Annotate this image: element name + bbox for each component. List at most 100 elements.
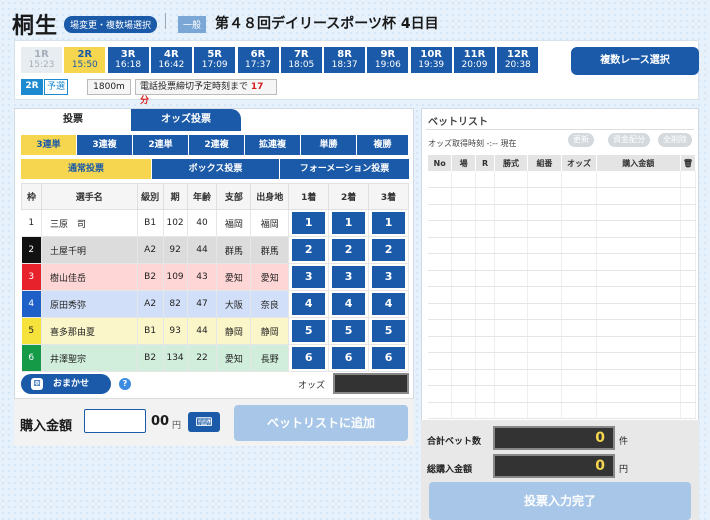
racer-name: 三原 司: [41, 209, 138, 237]
betlist-cell: [596, 220, 681, 238]
column-header: 支部: [216, 183, 252, 210]
bet-type-tab-5[interactable]: 拡連複: [245, 135, 300, 155]
vote-mode-tab-3[interactable]: フォーメーション投票: [279, 159, 409, 179]
pick-button-3-4[interactable]: 4: [372, 293, 405, 315]
column-header: 年齢: [186, 183, 218, 210]
multi-race-select-button[interactable]: 複数レース選択: [571, 47, 699, 75]
racer-row: 5 喜多那由夏 B1 93 44 静岡 静岡 5 5 5: [21, 317, 409, 345]
pick-button-3-3[interactable]: 3: [372, 266, 405, 288]
tab-odds-vote[interactable]: オッズ投票: [131, 109, 241, 131]
race-tab-11[interactable]: 11R 20:09: [454, 47, 496, 73]
betlist-cell: [596, 286, 681, 304]
race-tab-2[interactable]: 2R 15:50: [64, 47, 107, 73]
racer-term: 102: [163, 209, 188, 237]
betlist-cell: [475, 385, 496, 403]
delete-all-button[interactable]: 全削除: [658, 133, 692, 147]
betlist-cell: [561, 402, 597, 419]
column-header: 枠: [21, 183, 42, 210]
race-tab-number: 6R: [250, 49, 266, 60]
bet-type-tab-3[interactable]: 2連単: [133, 135, 188, 155]
race-tab-12[interactable]: 12R 20:38: [497, 47, 540, 73]
race-tab-8[interactable]: 8R 18:37: [324, 47, 367, 73]
betlist-row: [428, 369, 697, 386]
betlist-cell: [428, 319, 453, 337]
header: 桐生 場変更・複数場選択 一般 第４８回デイリースポーツ杯 4日目: [0, 0, 710, 40]
pick-button-1-2[interactable]: 2: [292, 239, 326, 261]
race-tab-1[interactable]: 1R 15:23: [21, 47, 63, 73]
trash-icon[interactable]: 🗑: [680, 155, 697, 171]
frame-number: 3: [21, 263, 42, 291]
total-amount-label: 総購入金額: [427, 465, 473, 475]
race-type-badge: 予選: [44, 79, 68, 95]
pick-button-1-3[interactable]: 3: [292, 266, 326, 288]
pick-button-1-5[interactable]: 5: [292, 320, 326, 342]
betlist-cell: [680, 286, 697, 304]
grade-badge: 一般: [178, 16, 207, 33]
change-venue-button[interactable]: 場変更・複数場選択: [64, 16, 158, 33]
bet-type-tab-6[interactable]: 単勝: [301, 135, 356, 155]
purchase-amount-input[interactable]: [84, 409, 146, 433]
betlist-cell: [451, 286, 476, 304]
betlist-cell: [561, 220, 597, 238]
betlist-cell: [428, 270, 453, 287]
help-icon[interactable]: ?: [119, 378, 131, 390]
betlist-cell: [596, 402, 681, 419]
bet-type-tab-1[interactable]: 3連単: [21, 135, 76, 155]
pick-button-1-1[interactable]: 1: [292, 212, 326, 234]
race-tab-7[interactable]: 7R 18:05: [280, 47, 323, 73]
race-tab-10[interactable]: 10R 19:39: [410, 47, 453, 73]
pick-button-2-3[interactable]: 3: [332, 266, 366, 288]
vote-complete-button[interactable]: 投票入力完了: [429, 482, 691, 520]
keyboard-icon[interactable]: ⌨: [188, 412, 220, 432]
vote-mode-tab-1[interactable]: 通常投票: [21, 159, 151, 179]
racer-name: 土屋千明: [41, 236, 138, 264]
betlist-cell: [475, 402, 496, 419]
update-button[interactable]: 更新: [568, 133, 594, 147]
vote-mode-tab-2[interactable]: ボックス投票: [151, 159, 279, 179]
race-tab-6[interactable]: 6R 17:37: [237, 47, 280, 73]
race-tab-4[interactable]: 4R 16:42: [150, 47, 193, 73]
pick-button-3-6[interactable]: 6: [372, 347, 405, 369]
racer-row: 2 土屋千明 A2 92 44 群馬 群馬 2 2 2: [21, 236, 409, 264]
bet-type-tab-4[interactable]: 2連複: [189, 135, 244, 155]
betlist-cell: [561, 204, 597, 221]
race-tab-time: 19:06: [374, 60, 401, 70]
racer-hometown: 静岡: [250, 317, 290, 345]
betlist-cell: [680, 253, 697, 271]
pick-button-3-1[interactable]: 1: [372, 212, 405, 234]
race-tab-3[interactable]: 3R 16:18: [107, 47, 150, 73]
betlist-cell: [494, 171, 528, 188]
race-tab-9[interactable]: 9R 19:06: [367, 47, 410, 73]
race-tab-5[interactable]: 5R 17:09: [194, 47, 237, 73]
pick-button-3-5[interactable]: 5: [372, 320, 405, 342]
fund-allocation-button[interactable]: 資金配分: [608, 133, 650, 147]
pick-button-2-6[interactable]: 6: [332, 347, 366, 369]
pick-button-3-2[interactable]: 2: [372, 239, 405, 261]
vote-panel: 投票 オッズ投票 3連単 3連複 2連単 2連複 拡連複 単勝 複勝 通常投票 ボックス投票フ…: [14, 108, 414, 446]
race-tab-number: 1R: [34, 49, 49, 60]
betlist-cell: [475, 352, 496, 370]
pick-button-1-4[interactable]: 4: [292, 293, 326, 315]
betlist-cell: [596, 369, 681, 386]
pick-button-2-2[interactable]: 2: [332, 239, 366, 261]
race-tab-time: 20:09: [461, 60, 488, 70]
bet-type-tab-7[interactable]: 複勝: [357, 135, 408, 155]
total-amount-value: 0: [493, 454, 615, 478]
add-to-betlist-button[interactable]: ベットリストに追加: [234, 405, 408, 441]
omakase-button[interactable]: ⚄ おまかせ: [21, 374, 111, 394]
frame-number: 6: [21, 344, 42, 372]
betlist-cell: [527, 204, 563, 221]
betlist-cell: [451, 369, 476, 386]
tab-vote[interactable]: 投票: [15, 109, 131, 131]
race-tab-time: 17:37: [245, 60, 271, 70]
betlist-column-header: No: [428, 155, 453, 171]
racer-age: 40: [187, 209, 218, 237]
pick-button-2-4[interactable]: 4: [332, 293, 366, 315]
pick-button-2-5[interactable]: 5: [332, 320, 366, 342]
pick-button-2-1[interactable]: 1: [332, 212, 366, 234]
bet-type-tab-2[interactable]: 3連複: [77, 135, 132, 155]
pick-button-1-6[interactable]: 6: [292, 347, 326, 369]
betlist-cell: [680, 385, 697, 403]
betlist-row: [428, 319, 697, 337]
racer-table-header: 枠選手名 級別期年齢 支部 出身地 1着 2着 3着: [21, 183, 409, 210]
